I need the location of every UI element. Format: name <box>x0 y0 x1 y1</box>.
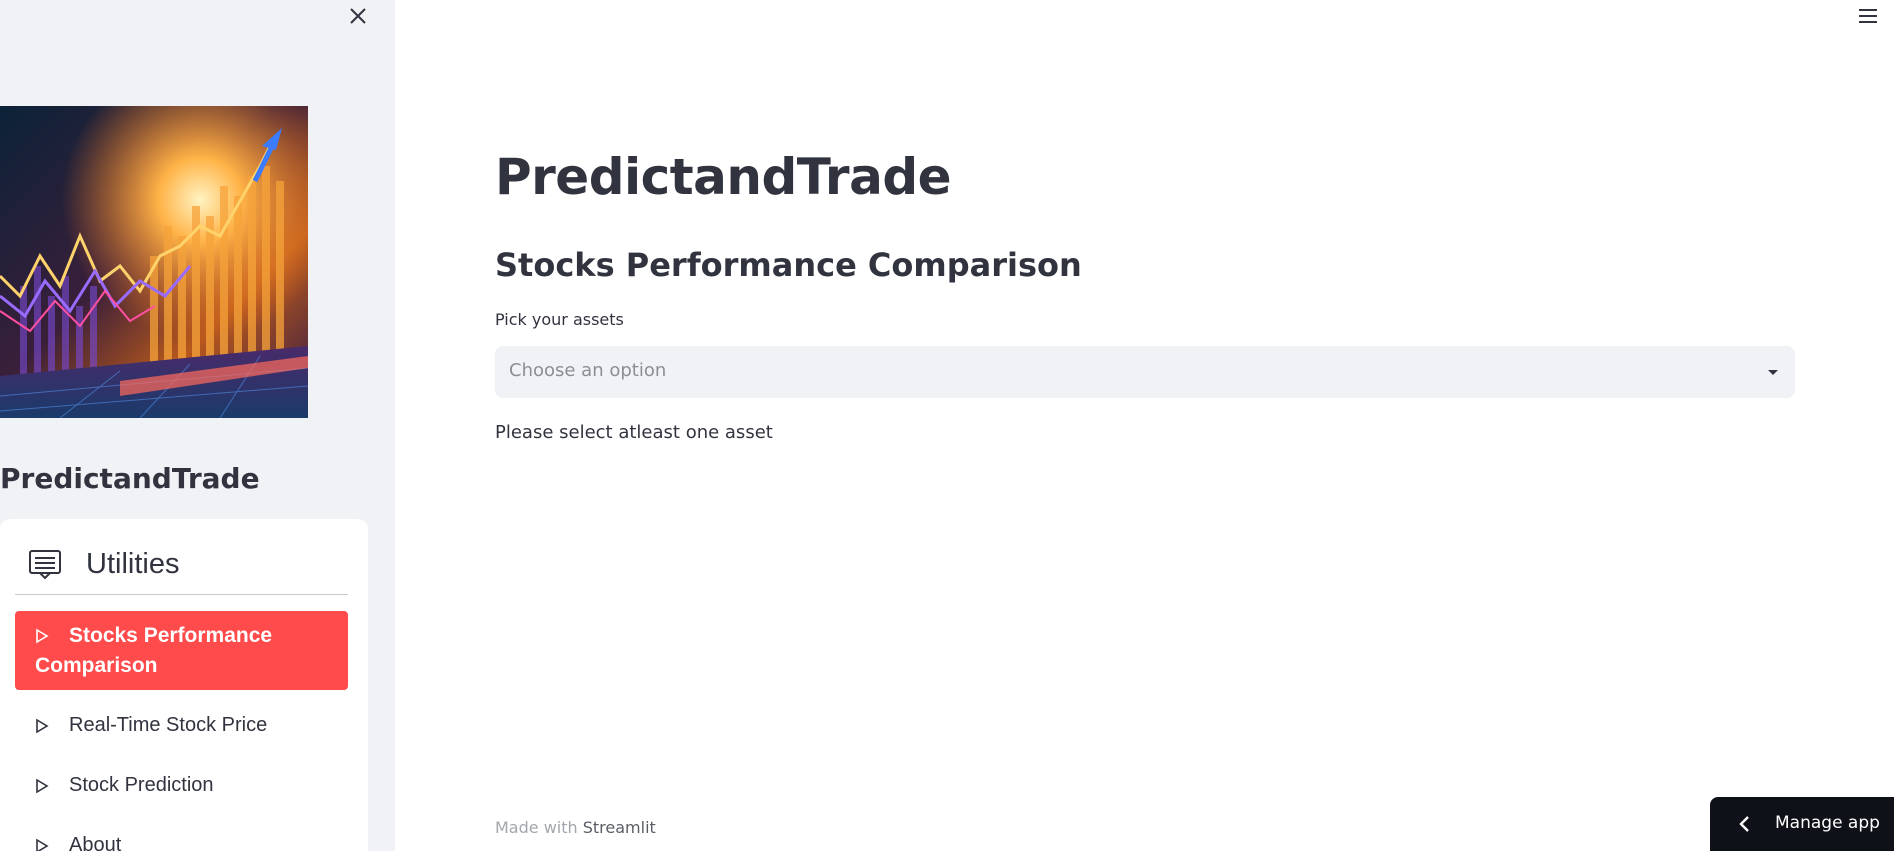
menu-item-stocks-performance-comparison[interactable]: Stocks Performance Comparison <box>15 611 348 690</box>
play-outline-icon <box>36 778 49 794</box>
play-outline-icon <box>36 718 49 734</box>
menu-item-stock-prediction[interactable]: Stock Prediction <box>15 767 348 803</box>
footer-prefix: Made with <box>495 818 578 837</box>
assets-multiselect[interactable]: Choose an option <box>495 346 1795 398</box>
sidebar-app-title: PredictandTrade <box>0 462 260 495</box>
manage-app-button[interactable]: Manage app <box>1710 797 1894 851</box>
menu-header-title: Utilities <box>86 547 180 580</box>
footer-brand-link[interactable]: Streamlit <box>583 818 656 837</box>
menu-item-label: Real-Time Stock Price <box>69 714 268 736</box>
close-icon[interactable] <box>346 4 370 28</box>
utilities-menu: Utilities Stocks Performance Comparison … <box>0 519 368 851</box>
menu-header: Utilities <box>28 547 179 581</box>
menu-item-real-time-stock-price[interactable]: Real-Time Stock Price <box>15 707 348 743</box>
page-title: PredictandTrade <box>495 148 952 206</box>
stock-chart-hero-image <box>0 106 308 418</box>
main-content: PredictandTrade Stocks Performance Compa… <box>395 0 1894 851</box>
play-outline-icon <box>36 838 49 851</box>
menu-item-label: Stocks Performance Comparison <box>35 624 273 677</box>
menu-item-label: Stock Prediction <box>69 774 214 796</box>
sidebar: PredictandTrade Utilities Stocks Perform… <box>0 0 395 851</box>
caret-down-icon <box>1768 370 1778 375</box>
play-outline-icon <box>36 629 49 644</box>
chevron-left-icon <box>1739 816 1749 832</box>
hamburger-icon[interactable] <box>1856 4 1880 28</box>
manage-app-label: Manage app <box>1775 813 1880 833</box>
footer: Made with Streamlit <box>495 818 656 837</box>
assets-select-label: Pick your assets <box>495 310 624 329</box>
list-card-icon <box>29 550 61 580</box>
menu-divider <box>15 594 348 595</box>
info-message: Please select atleast one asset <box>495 422 773 443</box>
menu-item-label: About <box>69 834 122 851</box>
page-subtitle: Stocks Performance Comparison <box>495 246 1082 284</box>
menu-item-about[interactable]: About <box>15 827 348 851</box>
select-placeholder: Choose an option <box>509 360 667 381</box>
